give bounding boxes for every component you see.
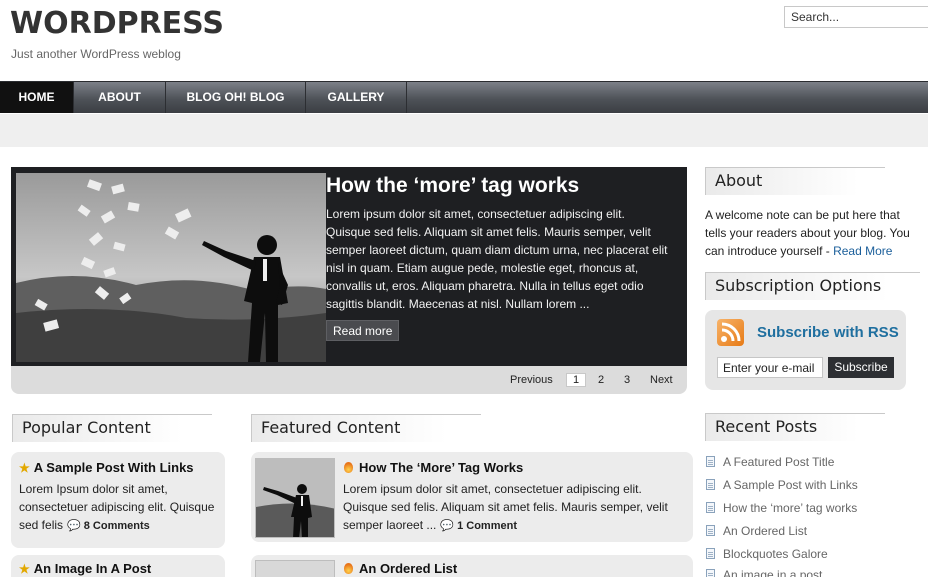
document-icon (706, 502, 715, 513)
rss-glyph (721, 322, 741, 342)
featured-post-title[interactable]: How The ‘More’ Tag Works (344, 460, 523, 475)
search-input[interactable] (784, 6, 928, 28)
popular-post-excerpt: Lorem Ipsum dolor sit amet, consectetuer… (19, 482, 215, 532)
about-text: A welcome note can be put here that tell… (705, 208, 910, 258)
featured-post-title[interactable]: An Ordered List (344, 561, 457, 576)
pager-page-2[interactable]: 2 (598, 372, 604, 388)
popular-post-title[interactable]: ★ A Sample Post With Links (19, 460, 194, 475)
featured-content-title: Featured Content (251, 414, 481, 442)
subscription-title: Subscription Options (705, 272, 920, 300)
nav-home[interactable]: HOME (0, 82, 74, 113)
rss-icon[interactable] (717, 319, 744, 346)
about-read-more-link[interactable]: Read More (833, 244, 892, 258)
pager-next[interactable]: Next (650, 372, 673, 388)
nav-gallery[interactable]: GALLERY (306, 82, 407, 113)
man-papers-image (16, 173, 326, 362)
subscribe-button[interactable]: Subscribe (828, 357, 894, 378)
nav-blog[interactable]: BLOG OH! BLOG (166, 82, 306, 113)
comment-bubble-icon: 💬 (67, 520, 81, 532)
pager-previous[interactable]: Previous (510, 372, 553, 388)
sub-navigation-bar (0, 114, 928, 147)
featured-post-excerpt: Lorem ipsum dolor sit amet, consectetuer… (343, 482, 668, 532)
site-title[interactable]: WORDPRESS (10, 6, 224, 41)
document-icon (706, 569, 715, 577)
pager-page-3[interactable]: 3 (624, 372, 630, 388)
star-icon: ★ (19, 461, 30, 475)
popular-post-comments-link[interactable]: 8 Comments (84, 520, 150, 532)
document-icon (706, 456, 715, 467)
email-field[interactable] (717, 357, 823, 378)
featured-post-thumbnail[interactable] (255, 458, 335, 538)
document-icon (706, 479, 715, 490)
read-more-button[interactable]: Read more (326, 320, 400, 341)
recent-post-link[interactable]: A Featured Post Title (706, 455, 834, 469)
slide-title[interactable]: How the ‘more’ tag works (326, 174, 579, 198)
recent-post-link[interactable]: Blockquotes Galore (706, 547, 828, 561)
fire-icon (344, 462, 353, 473)
fire-icon (344, 563, 353, 574)
subscribe-rss-link[interactable]: Subscribe with RSS (757, 324, 899, 341)
featured-post-thumbnail[interactable] (255, 560, 335, 577)
site-tagline: Just another WordPress weblog (11, 47, 181, 61)
recent-post-link[interactable]: A Sample Post with Links (706, 478, 858, 492)
star-icon: ★ (19, 562, 30, 576)
recent-post-link[interactable]: An image in a post (706, 568, 822, 577)
document-icon (706, 525, 715, 536)
slide-excerpt: Lorem ipsum dolor sit amet, consectetuer… (326, 207, 668, 311)
pager-page-1[interactable]: 1 (566, 373, 587, 387)
nav-about[interactable]: ABOUT (74, 82, 166, 113)
main-navigation: HOME ABOUT BLOG OH! BLOG GALLERY (0, 81, 928, 113)
slide-image[interactable] (16, 173, 326, 362)
about-title: About (705, 167, 885, 195)
comment-bubble-icon: 💬 (440, 520, 455, 532)
document-icon (706, 548, 715, 559)
thumbnail-image (256, 459, 334, 537)
popular-content-title: Popular Content (12, 414, 212, 442)
recent-posts-title: Recent Posts (705, 413, 885, 441)
recent-post-link[interactable]: How the ‘more’ tag works (706, 501, 857, 515)
recent-post-link[interactable]: An Ordered List (706, 524, 807, 538)
featured-post-comments-link[interactable]: 1 Comment (457, 520, 517, 532)
popular-post-title[interactable]: ★ An Image In A Post (19, 561, 151, 576)
